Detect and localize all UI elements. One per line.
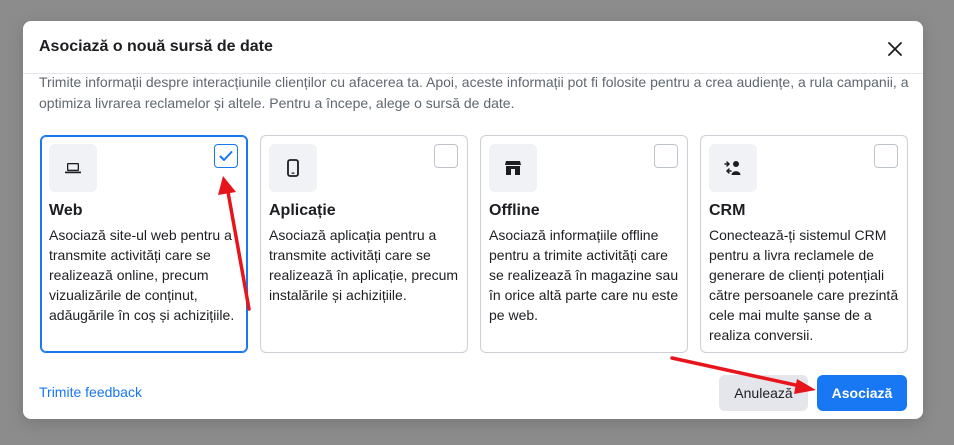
phone-icon (287, 159, 299, 177)
source-icon-box (489, 144, 537, 192)
source-description: Asociază aplicația pentru a transmite ac… (269, 227, 459, 303)
close-button[interactable] (881, 35, 909, 63)
dialog-description: Trimite informații despre interacțiunile… (39, 74, 909, 111)
dialog-header: Asociază o nouă sursă de date (23, 21, 923, 74)
source-checkbox[interactable] (214, 144, 238, 168)
crm-icon (724, 161, 741, 175)
dialog-title: Asociază o nouă sursă de date (39, 38, 273, 55)
close-icon (888, 42, 902, 56)
source-title: Aplicație (269, 202, 336, 219)
source-title: Offline (489, 202, 540, 219)
dialog: Asociază o nouă sursă de date Trimite in… (23, 21, 923, 419)
source-icon-box (49, 144, 97, 192)
source-card-offline[interactable]: Offline Asociază informațiile offline pe… (480, 135, 688, 353)
source-card-crm[interactable]: CRM Conectează-ți sistemul CRM pentru a … (700, 135, 908, 353)
store-icon (505, 161, 521, 175)
source-title: Web (49, 202, 83, 219)
source-description: Conectează-ți sistemul CRM pentru a livr… (709, 227, 899, 343)
checkmark-icon (219, 151, 233, 161)
laptop-icon (65, 163, 81, 174)
source-card-app[interactable]: Aplicație Asociază aplicația pentru a tr… (260, 135, 468, 353)
source-description: Asociază site-ul web pentru a transmite … (49, 227, 235, 323)
source-title: CRM (709, 202, 746, 219)
source-card-web[interactable]: Web Asociază site-ul web pentru a transm… (40, 135, 248, 353)
source-checkbox[interactable] (434, 144, 458, 168)
source-icon-box (269, 144, 317, 192)
cancel-button[interactable]: Anulează (719, 375, 808, 411)
source-checkbox[interactable] (654, 144, 678, 168)
source-icon-box (709, 144, 757, 192)
source-checkbox[interactable] (874, 144, 898, 168)
source-description: Asociază informațiile offline pentru a t… (489, 227, 679, 323)
connect-button[interactable]: Asociază (817, 375, 907, 411)
send-feedback-link[interactable]: Trimite feedback (39, 384, 142, 400)
